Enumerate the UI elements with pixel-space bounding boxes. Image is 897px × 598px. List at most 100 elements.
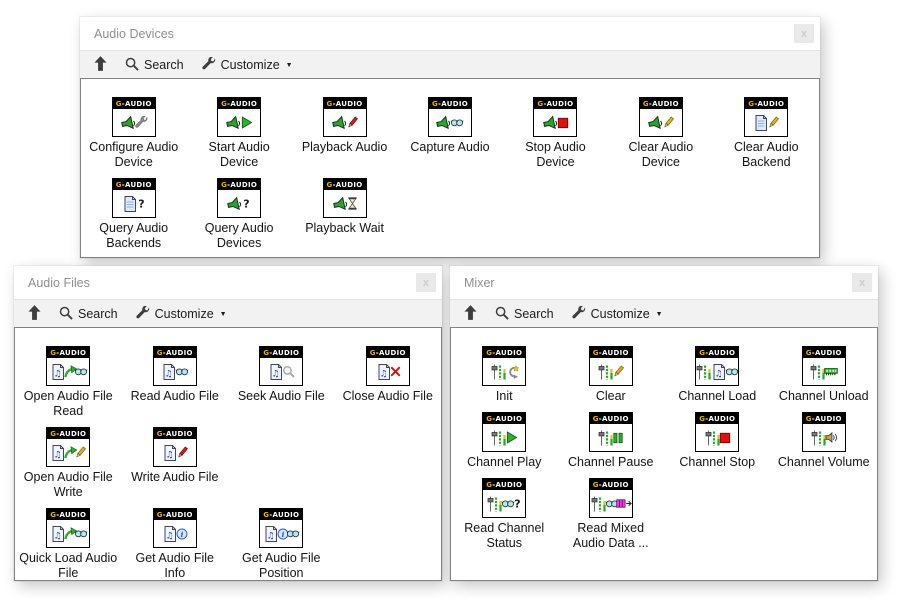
- customize-button[interactable]: Customize ▼: [566, 304, 669, 325]
- palette-item-label: Channel Play: [467, 455, 541, 470]
- up-button[interactable]: [22, 303, 47, 325]
- palette-item[interactable]: G-AUDIO♫Channel Load: [664, 340, 771, 404]
- close-icon[interactable]: x: [416, 273, 436, 292]
- palette-row: G-AUDIO♫Open Audio File WriteG-AUDIO♫Wri…: [15, 421, 441, 500]
- magnifier-glyph: [282, 365, 295, 378]
- eraser-glyph: [612, 365, 625, 378]
- palette-item[interactable]: G-AUDIOConfigure Audio Device: [81, 91, 186, 170]
- palette-item[interactable]: G-AUDIOChannel Volume: [771, 406, 878, 470]
- palette-item[interactable]: G-AUDIO♫Open Audio File Read: [15, 340, 122, 419]
- palette-item[interactable]: G-AUDIO♫Read Audio File: [122, 340, 229, 419]
- g-audio-banner: G-AUDIO: [47, 509, 89, 520]
- audio-file-close-icon: G-AUDIO♫: [366, 346, 410, 386]
- palette-item[interactable]: G-AUDIO♫Seek Audio File: [228, 340, 335, 419]
- palette-item-label: Clear Audio Device: [612, 140, 710, 170]
- icon-glyph: ♫: [47, 439, 89, 466]
- icon-glyph: [745, 109, 787, 136]
- mixer-channel-load-icon: G-AUDIO♫: [695, 346, 739, 386]
- play-glyph: [240, 116, 253, 129]
- svg-text:♫: ♫: [165, 369, 173, 379]
- palette-item[interactable]: G-AUDIO♫iGet Audio File Position: [228, 502, 335, 581]
- palette-window-mixer: Mixer x Search Customize ▼ G-AUDIOInitG-…: [450, 266, 878, 581]
- palette-item[interactable]: G-AUDIOPlayback Wait: [292, 172, 397, 251]
- palette-item[interactable]: G-AUDIOInit: [451, 340, 558, 404]
- glasses-glyph: [74, 367, 88, 376]
- icon-glyph: [590, 424, 632, 451]
- icon-glyph: ?: [483, 490, 525, 517]
- palette-item[interactable]: G-AUDIOClear: [558, 340, 665, 404]
- palette-item-label: Read Audio File: [131, 389, 219, 404]
- palette-item[interactable]: G-AUDIOPlayback Audio: [292, 91, 397, 170]
- g-audio-banner: G-AUDIO: [154, 509, 196, 520]
- palette-row: G-AUDIOInitG-AUDIOClearG-AUDIO♫Channel L…: [451, 340, 877, 404]
- search-button[interactable]: Search: [119, 55, 190, 76]
- palette-item-label: Quick Load Audio File: [19, 551, 117, 581]
- palette-item[interactable]: G-AUDIORead Mixed Audio Data ...: [558, 472, 665, 551]
- svg-text:?: ?: [138, 198, 144, 210]
- palette-item-label: Init: [496, 389, 513, 404]
- palette-item[interactable]: G-AUDIOStart Audio Device: [186, 91, 291, 170]
- customize-button[interactable]: Customize ▼: [130, 304, 233, 325]
- palette-item[interactable]: G-AUDIOChannel Play: [451, 406, 558, 470]
- document-question-icon: G-AUDIO?: [112, 178, 156, 218]
- g-audio-banner: G-AUDIO: [260, 509, 302, 520]
- icon-glyph: [429, 109, 471, 136]
- palette-item[interactable]: G-AUDIO♫Write Audio File: [122, 421, 229, 500]
- up-button[interactable]: [458, 303, 483, 325]
- audio-file-seek-icon: G-AUDIO♫: [259, 346, 303, 386]
- palette-item[interactable]: G-AUDIO♫ Quick Load Audio File: [15, 502, 122, 581]
- up-button[interactable]: [88, 54, 113, 76]
- palette-item[interactable]: G-AUDIOCapture Audio: [397, 91, 502, 170]
- palette-item[interactable]: G-AUDIOClear Audio Backend: [714, 91, 819, 170]
- glasses-glyph: [74, 529, 88, 538]
- g-audio-banner: G-AUDIO: [640, 98, 682, 109]
- palette-item-label: Get Audio File Position: [232, 551, 330, 581]
- palette-item-label: Open Audio File Read: [19, 389, 117, 419]
- icon-glyph: [324, 109, 366, 136]
- palette-item[interactable]: G-AUDIOChannel Stop: [664, 406, 771, 470]
- g-audio-banner: G-AUDIO: [218, 98, 260, 109]
- search-button[interactable]: Search: [489, 304, 560, 325]
- palette-item-label: Channel Unload: [779, 389, 869, 404]
- window-title: Mixer: [464, 276, 495, 290]
- palette-item[interactable]: G-AUDIO Clear Audio Device: [608, 91, 713, 170]
- palette-body: G-AUDIO♫Open Audio File ReadG-AUDIO♫Read…: [14, 327, 442, 581]
- search-button[interactable]: Search: [53, 304, 124, 325]
- eraser-glyph: [767, 116, 780, 129]
- palette-item[interactable]: G-AUDIO♫iGet Audio File Info: [122, 502, 229, 581]
- palette-item[interactable]: G-AUDIO?Read Channel Status: [451, 472, 558, 551]
- close-icon[interactable]: x: [794, 24, 814, 43]
- search-icon: [59, 306, 73, 323]
- titlebar[interactable]: Audio Files x: [14, 266, 442, 299]
- palette-item[interactable]: G-AUDIO?Query Audio Backends: [81, 172, 186, 251]
- customize-label: Customize: [221, 58, 280, 72]
- g-audio-banner: G-AUDIO: [590, 413, 632, 424]
- wrench-icon: [136, 306, 150, 323]
- palette-item[interactable]: G-AUDIOChannel Pause: [558, 406, 665, 470]
- mixer-channel-unload-icon: G-AUDIO: [802, 346, 846, 386]
- palette-item[interactable]: G-AUDIO Channel Unload: [771, 340, 878, 404]
- chevron-down-icon: ▼: [220, 311, 227, 318]
- titlebar[interactable]: Audio Devices x: [80, 17, 820, 50]
- pause-glyph: [612, 432, 624, 444]
- up-arrow-icon: [464, 305, 477, 323]
- speaker-pencil-icon: G-AUDIO: [323, 97, 367, 137]
- palette-item[interactable]: G-AUDIO?Query Audio Devices: [186, 172, 291, 251]
- icon-glyph: ?: [218, 190, 260, 217]
- palette-item[interactable]: G-AUDIO♫Close Audio File: [335, 340, 442, 419]
- close-icon[interactable]: x: [852, 273, 872, 292]
- g-audio-banner: G-AUDIO: [803, 347, 845, 358]
- palette-item[interactable]: G-AUDIO♫Open Audio File Write: [15, 421, 122, 500]
- palette-item-label: Clear Audio Backend: [717, 140, 815, 170]
- palette-item-label: Channel Stop: [679, 455, 755, 470]
- titlebar[interactable]: Mixer x: [450, 266, 878, 299]
- mixer-clear-icon: G-AUDIO: [589, 346, 633, 386]
- audio-file-open-read-icon: G-AUDIO♫: [46, 346, 90, 386]
- palette-item[interactable]: G-AUDIOStop Audio Device: [503, 91, 608, 170]
- customize-button[interactable]: Customize ▼: [196, 55, 299, 76]
- icon-glyph: ♫: [47, 520, 89, 547]
- icon-glyph: [534, 109, 576, 136]
- wrench-icon: [202, 57, 216, 74]
- icon-glyph: ♫: [154, 439, 196, 466]
- glasses-glyph: [175, 367, 189, 376]
